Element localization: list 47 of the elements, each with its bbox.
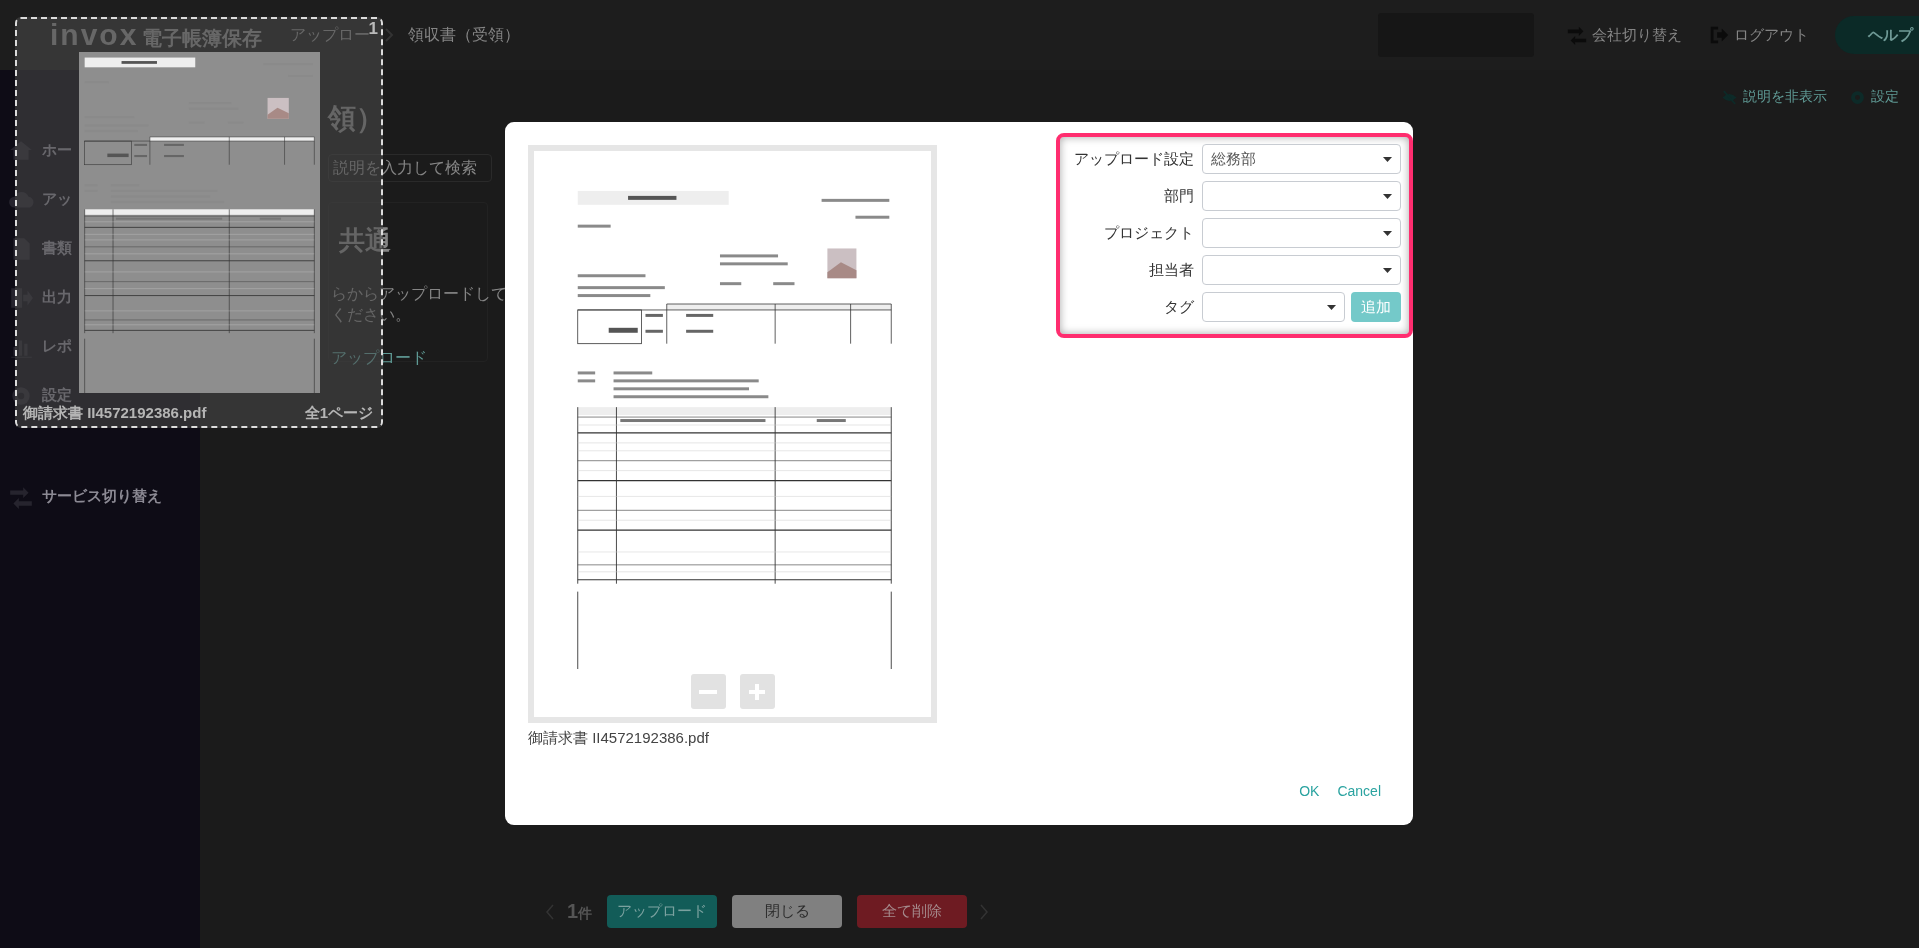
select-field[interactable] — [1201, 181, 1401, 211]
upload-button[interactable]: アップロード — [607, 895, 718, 928]
caret-icon — [1327, 304, 1337, 310]
logout-link[interactable]: ログアウト — [1708, 24, 1809, 46]
file-name: 御請求書 II4572192386.pdf — [23, 404, 207, 421]
breadcrumb-current: 領収書（受領） — [408, 24, 520, 45]
field-label: アップロード設定 — [1072, 149, 1194, 169]
sidebar-item[interactable]: サービス切り替え — [42, 487, 162, 506]
caret-icon — [1383, 267, 1392, 273]
close-button[interactable]: 閉じる — [732, 895, 843, 928]
select-field[interactable] — [1201, 218, 1401, 248]
sidebar-item[interactable]: ホー — [42, 141, 72, 160]
delete-all-button[interactable]: 全て削除 — [857, 895, 968, 928]
zoom-in-button[interactable] — [739, 674, 775, 709]
file-name: 御請求書 II4572192386.pdf — [528, 729, 710, 748]
chevron-left-icon[interactable] — [545, 903, 555, 920]
plus-icon — [748, 682, 766, 701]
chevron-right-icon — [384, 28, 394, 42]
field-label: 担当者 — [1147, 260, 1194, 280]
zoom-out-button[interactable] — [690, 674, 726, 709]
caret-icon — [1383, 193, 1392, 199]
field-label: プロジェクト — [1102, 223, 1194, 243]
select-field[interactable] — [1201, 292, 1346, 322]
count-number: 1 — [567, 900, 579, 923]
sidebar-item[interactable]: 書類 — [42, 239, 72, 258]
caret-icon — [1383, 156, 1392, 162]
caret-icon — [1383, 230, 1392, 236]
switch-company-link[interactable]: 会社切り替え — [1566, 24, 1682, 46]
field-label: 部門 — [1162, 186, 1194, 206]
field-label: タグ — [1162, 297, 1194, 317]
sidebar-item[interactable]: 設定 — [42, 386, 72, 405]
select-field[interactable]: 総務部 — [1201, 144, 1401, 174]
chevron-right-icon[interactable] — [979, 903, 990, 920]
settings-link[interactable]: 設定 — [1849, 88, 1899, 106]
drag-count: 1 — [368, 19, 378, 39]
hide-description-link[interactable]: 説明を非表示 — [1721, 88, 1827, 106]
sidebar-item[interactable]: アッ — [42, 190, 72, 209]
select-field[interactable] — [1201, 255, 1401, 285]
cancel-button[interactable]: Cancel — [1337, 783, 1381, 799]
page-count: 全1ページ — [304, 404, 373, 421]
minus-icon — [699, 689, 717, 694]
help-button[interactable]: ヘルプ — [1835, 16, 1919, 54]
count-unit: 件 — [578, 905, 593, 923]
ok-button[interactable]: OK — [1299, 783, 1320, 799]
add-button[interactable]: 追加 — [1351, 292, 1401, 322]
sidebar-item[interactable]: 出力 — [42, 288, 72, 307]
sidebar-item[interactable]: レポ — [42, 337, 72, 356]
